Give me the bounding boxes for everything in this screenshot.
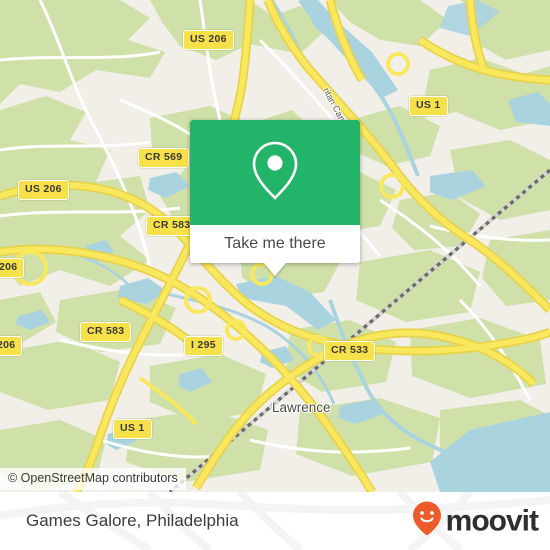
road-shield-label: I 295: [184, 336, 223, 356]
road-shield-label: CR 569: [138, 148, 190, 168]
moovit-map-screen: US 206CR 569US 206CR 583206CR 583206I 29…: [0, 0, 550, 550]
moovit-pin-icon: [412, 501, 442, 542]
popup-pointer: [264, 263, 286, 276]
popup-header: [190, 120, 360, 225]
road-shield-label: US 206: [183, 30, 234, 50]
road-shield-label: US 1: [409, 96, 448, 116]
venue-title: Games Galore, Philadelphia: [26, 511, 239, 530]
road-shield-label: 206: [0, 258, 25, 278]
take-me-there-button[interactable]: Take me there: [190, 225, 360, 263]
road-shield-label: CR 583: [80, 322, 132, 342]
road-shield-label: US 206: [18, 180, 69, 200]
moovit-logo[interactable]: moovit: [412, 501, 539, 542]
road-shield-label: 206: [0, 336, 23, 356]
moovit-wordmark: moovit: [445, 504, 539, 537]
road-shield-label: CR 533: [324, 341, 376, 361]
bottom-info-bar: Games Galore, Philadelphia moovit: [0, 492, 550, 550]
place-label: Lawrence: [272, 400, 331, 415]
location-popup[interactable]: Take me there: [190, 120, 360, 276]
osm-attribution[interactable]: © OpenStreetMap contributors: [0, 468, 186, 490]
road-shield-label: US 1: [113, 419, 152, 439]
map-pin-icon: [248, 138, 302, 207]
